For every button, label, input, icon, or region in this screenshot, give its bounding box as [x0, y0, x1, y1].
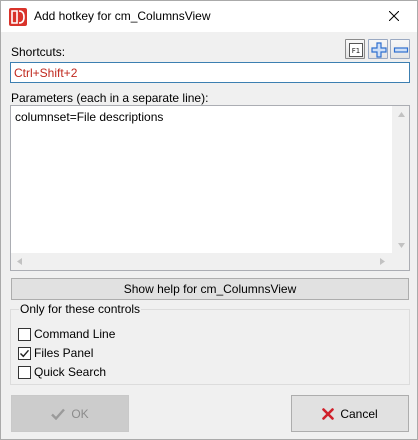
close-icon: [389, 11, 399, 21]
scroll-right-icon[interactable]: [380, 258, 385, 265]
red-x-icon: [322, 407, 335, 420]
scroll-corner: [392, 253, 409, 270]
cancel-button[interactable]: Cancel: [291, 395, 409, 432]
cancel-label: Cancel: [340, 406, 378, 421]
parameters-textarea[interactable]: columnset=File descriptions: [10, 105, 410, 271]
checkbox-label[interactable]: Quick Search: [34, 365, 106, 379]
scroll-up-icon[interactable]: [398, 112, 405, 117]
vertical-scrollbar[interactable]: [392, 106, 409, 253]
controls-group-title: Only for these controls: [19, 302, 142, 316]
checkbox-label[interactable]: Files Panel: [34, 346, 93, 360]
add-hotkey-dialog: Add hotkey for cm_ColumnsView Shortcuts:…: [0, 0, 418, 440]
parameters-label: Parameters (each in a separate line):: [11, 91, 209, 105]
f1-help-icon: F1: [349, 43, 363, 57]
window-title: Add hotkey for cm_ColumnsView: [34, 9, 211, 23]
close-button[interactable]: [371, 1, 417, 31]
ok-button[interactable]: OK: [11, 395, 129, 432]
remove-shortcut-button[interactable]: [390, 39, 410, 59]
checkmark-icon: [51, 408, 66, 420]
minus-icon: [393, 47, 409, 53]
ok-label: OK: [71, 406, 89, 421]
double-commander-icon: [9, 8, 27, 26]
scroll-left-icon[interactable]: [17, 258, 22, 265]
add-shortcut-button[interactable]: [368, 39, 388, 59]
checkbox-box[interactable]: [18, 328, 31, 341]
svg-text:F1: F1: [352, 47, 360, 55]
scroll-down-icon[interactable]: [398, 243, 405, 248]
shortcut-input[interactable]: [10, 62, 410, 83]
shortcuts-label: Shortcuts:: [11, 45, 66, 59]
parameters-text[interactable]: columnset=File descriptions: [15, 110, 163, 124]
checkmark-icon: [20, 349, 30, 358]
show-help-button[interactable]: Show help for cm_ColumnsView: [11, 278, 409, 300]
checkbox-label[interactable]: Command Line: [34, 327, 115, 341]
help-f1-button[interactable]: F1: [345, 39, 365, 59]
plus-icon: [371, 42, 387, 58]
title-bar: Add hotkey for cm_ColumnsView: [1, 1, 417, 32]
checkbox-box[interactable]: [18, 366, 31, 379]
checkbox-box[interactable]: [18, 347, 31, 360]
horizontal-scrollbar[interactable]: [11, 253, 392, 270]
